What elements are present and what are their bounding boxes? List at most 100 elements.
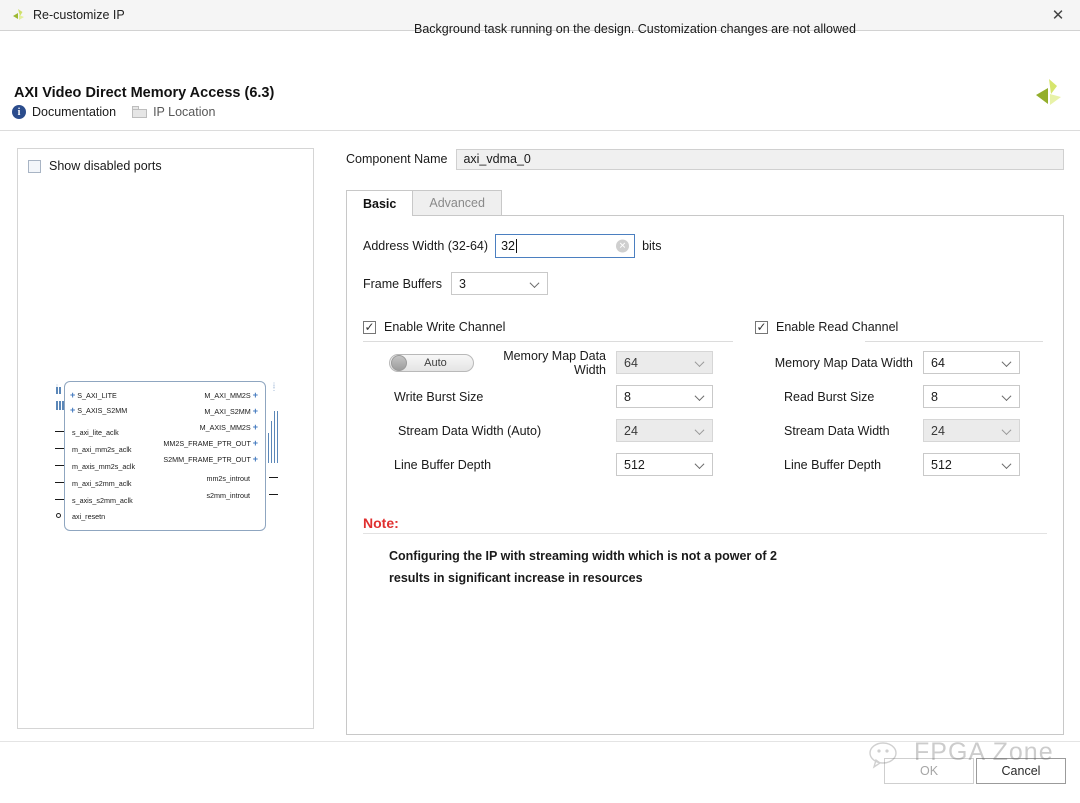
xilinx-brand-logo-icon bbox=[1030, 75, 1066, 111]
frame-buffers-value: 3 bbox=[458, 276, 466, 291]
enable-read-channel-label: Enable Read Channel bbox=[776, 320, 899, 334]
clear-icon[interactable]: ✕ bbox=[616, 239, 630, 253]
write-line-buffer-depth-select[interactable]: 512 bbox=[616, 453, 713, 476]
write-burst-size-select[interactable]: 8 bbox=[616, 385, 713, 408]
tab-advanced[interactable]: Advanced bbox=[412, 190, 502, 215]
write-memory-map-data-width-value: 64 bbox=[624, 355, 638, 370]
expand-icon[interactable]: + bbox=[253, 390, 258, 400]
frame-buffers-select[interactable]: 3 bbox=[450, 272, 548, 295]
write-stream-data-width-select[interactable]: 24 bbox=[616, 419, 713, 442]
read-line-buffer-depth-select[interactable]: 512 bbox=[923, 453, 1020, 476]
tabstrip-filler bbox=[501, 190, 1064, 215]
frame-buffers-label: Frame Buffers bbox=[363, 276, 442, 291]
left-bus-bar-3 bbox=[56, 401, 58, 410]
port-stub-left-5 bbox=[55, 499, 64, 500]
write-memory-map-data-width-label: Memory Map Data Width bbox=[503, 348, 606, 377]
read-stream-data-width-select[interactable]: 24 bbox=[923, 419, 1020, 442]
read-line-buffer-depth-value: 512 bbox=[931, 457, 952, 472]
text-caret bbox=[515, 239, 517, 253]
write-line-buffer-depth-label: Line Buffer Depth bbox=[394, 457, 492, 472]
show-disabled-ports-row[interactable]: Show disabled ports bbox=[18, 149, 313, 173]
right-bus-bar-4 bbox=[267, 433, 269, 463]
chevron-down-icon bbox=[1003, 460, 1011, 468]
read-channel-divider bbox=[865, 341, 1043, 342]
ip-port-mm2s-introut: mm2s_introut bbox=[206, 474, 250, 483]
component-name-input[interactable]: axi_vdma_0 bbox=[456, 148, 1064, 170]
chevron-down-icon bbox=[696, 460, 704, 468]
chevron-down-icon bbox=[1003, 358, 1011, 366]
auto-toggle[interactable]: Auto bbox=[389, 353, 474, 372]
page-title: AXI Video Direct Memory Access (6.3) bbox=[14, 85, 275, 101]
port-stub-left-1 bbox=[55, 431, 64, 432]
component-name-row: Component Name axi_vdma_0 bbox=[346, 148, 1064, 170]
port-stub-right-2 bbox=[269, 494, 278, 495]
port-stub-left-2 bbox=[55, 448, 64, 449]
read-stream-data-width-label: Stream Data Width bbox=[784, 423, 890, 438]
cancel-button[interactable]: Cancel bbox=[976, 758, 1066, 784]
expand-icon[interactable]: + bbox=[253, 454, 258, 464]
read-burst-size-row: Read Burst Size 8 bbox=[755, 385, 1045, 408]
note-line-1: Configuring the IP with streaming width … bbox=[389, 549, 777, 563]
tab-panel-basic: Address Width (32-64) 32 ✕ bits Frame Bu… bbox=[346, 216, 1064, 735]
right-bus-bar-1 bbox=[276, 411, 278, 463]
documentation-button[interactable]: i Documentation bbox=[12, 105, 116, 119]
write-line-buffer-depth-row: Line Buffer Depth 512 bbox=[363, 453, 753, 476]
ip-port-m-axis-mm2s: M_AXIS_MM2S + bbox=[200, 423, 258, 432]
dialog-body: Show disabled ports ⋮ ⋮ + S_AXI_LITE + S… bbox=[0, 132, 1080, 742]
enable-write-channel-checkbox[interactable]: ✓ bbox=[363, 320, 376, 334]
expand-icon[interactable]: + bbox=[253, 422, 258, 432]
write-stream-data-width-label: Stream Data Width (Auto) bbox=[398, 423, 542, 438]
write-memory-map-data-width-select[interactable]: 64 bbox=[616, 351, 713, 374]
expand-icon[interactable]: + bbox=[253, 406, 258, 416]
expand-icon[interactable]: + bbox=[70, 405, 75, 415]
write-memory-map-data-width-row: Auto Memory Map Data Width 64 bbox=[363, 348, 753, 377]
info-icon: i bbox=[12, 105, 26, 119]
expand-icon[interactable]: + bbox=[70, 390, 75, 400]
expand-icon[interactable]: + bbox=[253, 438, 258, 448]
header-toolbar: i Documentation IP Location bbox=[12, 105, 215, 119]
note-section: Note: Configuring the IP with streaming … bbox=[363, 515, 1047, 589]
ip-port-label: M_AXI_MM2S bbox=[204, 391, 251, 400]
port-stub-left-4 bbox=[55, 482, 64, 483]
chevron-down-icon bbox=[531, 279, 539, 287]
right-bus-bar-3 bbox=[270, 421, 272, 463]
ip-location-button[interactable]: IP Location bbox=[132, 105, 215, 119]
ip-port-m-axi-s2mm-aclk: m_axi_s2mm_aclk bbox=[72, 479, 132, 488]
left-bus-bar-5 bbox=[62, 401, 64, 410]
ok-button[interactable]: OK bbox=[884, 758, 974, 784]
ip-port-s-axi-lite-aclk: s_axi_lite_aclk bbox=[72, 428, 119, 437]
close-icon[interactable]: ✕ bbox=[1036, 0, 1080, 30]
enable-read-channel-checkbox[interactable]: ✓ bbox=[755, 320, 768, 334]
chevron-down-icon bbox=[696, 426, 704, 434]
read-memory-map-data-width-value: 64 bbox=[931, 355, 945, 370]
write-burst-size-value: 8 bbox=[624, 389, 631, 404]
address-width-label: Address Width (32-64) bbox=[363, 239, 489, 253]
chevron-down-icon bbox=[1003, 392, 1011, 400]
show-disabled-ports-checkbox[interactable] bbox=[28, 159, 41, 173]
left-bus-bar-1 bbox=[56, 387, 58, 394]
ip-port-label: M_AXIS_MM2S bbox=[199, 423, 251, 432]
port-stub-right-1 bbox=[269, 477, 278, 478]
ip-port-label: S2MM_FRAME_PTR_OUT bbox=[163, 455, 251, 464]
tab-basic[interactable]: Basic bbox=[346, 190, 414, 216]
ip-port-label: MM2S_FRAME_PTR_OUT bbox=[163, 439, 251, 448]
write-stream-data-width-row: Stream Data Width (Auto) 24 bbox=[363, 419, 753, 442]
read-memory-map-data-width-select[interactable]: 64 bbox=[923, 351, 1020, 374]
address-width-input[interactable]: 32 ✕ bbox=[495, 234, 636, 258]
address-width-value: 32 bbox=[501, 239, 515, 253]
write-line-buffer-depth-value: 512 bbox=[624, 457, 645, 472]
enable-read-channel-row[interactable]: ✓ Enable Read Channel bbox=[755, 319, 1045, 335]
read-stream-data-width-value: 24 bbox=[931, 423, 945, 438]
ip-port-label: M_AXI_S2MM bbox=[204, 407, 251, 416]
chevron-down-icon bbox=[696, 358, 704, 366]
enable-write-channel-row[interactable]: ✓ Enable Write Channel bbox=[363, 319, 753, 335]
write-burst-size-row: Write Burst Size 8 bbox=[363, 385, 753, 408]
read-burst-size-select[interactable]: 8 bbox=[923, 385, 1020, 408]
ip-port-axi-resetn: axi_resetn bbox=[72, 512, 106, 521]
read-memory-map-data-width-row: Memory Map Data Width 64 bbox=[755, 351, 1045, 374]
address-width-units: bits bbox=[642, 239, 662, 253]
ip-port-s2mm-introut: s2mm_introut bbox=[206, 491, 250, 500]
ip-port-label: S_AXI_LITE bbox=[77, 391, 117, 400]
right-bus-marks: ⋮ ⋮ bbox=[271, 383, 278, 392]
ip-port-label: S_AXIS_S2MM bbox=[77, 406, 128, 415]
